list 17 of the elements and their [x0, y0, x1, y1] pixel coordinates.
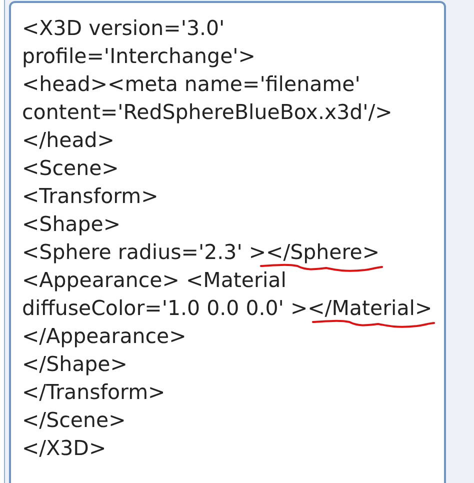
code-line: </X3D> — [22, 436, 106, 460]
code-line: <Transform> — [22, 184, 158, 208]
code-line: <Sphere radius='2.3' ></Sphere> — [22, 240, 380, 264]
code-line: <Shape> — [22, 212, 121, 236]
code-line: diffuseColor='1.0 0.0 0.0' ></Material> — [22, 296, 432, 320]
code-line: <head><meta name='filename' — [22, 72, 360, 96]
code-line: </Scene> — [22, 408, 126, 432]
code-line: <X3D version='3.0' — [22, 16, 225, 40]
code-line: </Appearance> — [22, 324, 186, 348]
code-line: content='RedSphereBlueBox.x3d'/> — [22, 100, 392, 124]
code-line: <Appearance> <Material — [22, 268, 286, 292]
code-line: </Transform> — [22, 380, 166, 404]
code-text-area[interactable] — [9, 1, 446, 483]
code-line: <Scene> — [22, 156, 119, 180]
code-line: </Shape> — [22, 352, 128, 376]
code-line: </head> — [22, 128, 114, 152]
code-line: profile='Interchange'> — [22, 44, 256, 68]
